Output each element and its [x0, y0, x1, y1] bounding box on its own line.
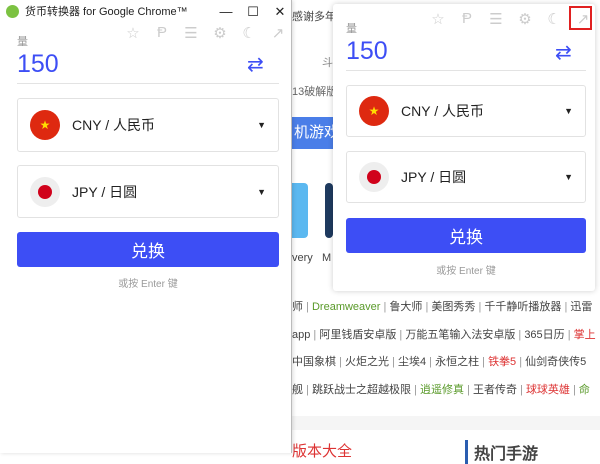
- enter-hint: 或按 Enter 键: [118, 279, 178, 290]
- to-currency-label: JPY / 日圆: [72, 183, 138, 200]
- menu-icon[interactable]: ☰: [183, 24, 199, 42]
- caret-down-icon: ▼: [564, 172, 573, 182]
- converter-window: 货币转换器 for Google Chrome™ — ☐ ✕ 量 ☆ Ᵽ ☰ ⚙ ☾ ↗ …: [0, 0, 292, 453]
- bg-heading: 热门手游: [465, 440, 538, 464]
- bg-link[interactable]: 千千静听播放器: [484, 301, 561, 313]
- from-currency-select[interactable]: ★ CNY / 人民币 ▼: [17, 98, 279, 152]
- bg-link[interactable]: 365日历: [524, 329, 564, 341]
- from-currency-select[interactable]: ★ CNY / 人民币 ▼: [346, 85, 586, 137]
- bg-link[interactable]: 铁拳5: [488, 356, 516, 368]
- star-icon[interactable]: ☆: [125, 24, 141, 42]
- japan-flag-icon: [359, 162, 389, 192]
- to-currency-select[interactable]: JPY / 日圆 ▼: [346, 151, 586, 203]
- bg-link[interactable]: 迅雷: [570, 301, 592, 313]
- china-flag-icon: ★: [359, 96, 389, 126]
- bg-link[interactable]: 球球英雄: [526, 384, 570, 396]
- bg-text: 感谢多年: [292, 11, 336, 23]
- amount-input[interactable]: 150: [346, 37, 388, 66]
- bg-link[interactable]: 尘埃4: [398, 356, 426, 368]
- bg-link[interactable]: 永恒之柱: [435, 356, 479, 368]
- amount-input[interactable]: 150: [17, 50, 59, 79]
- converter-popup: 量 ☆ Ᵽ ☰ ⚙ ☾ ↗ 150 ⇄ ★ CNY / 人民币 ▼ JPY / 日圆 ▼ …: [333, 4, 595, 291]
- paypal-icon[interactable]: Ᵽ: [154, 24, 170, 42]
- bg-link[interactable]: 师: [292, 301, 303, 313]
- converter-panel: 量 ☆ Ᵽ ☰ ⚙ ☾ ↗ 150 ⇄ ★ CNY / 人民币 ▼ JPY / 日圆 ▼ …: [0, 0, 292, 453]
- convert-button[interactable]: 兑换: [17, 232, 279, 267]
- gear-icon[interactable]: ⚙: [517, 10, 533, 28]
- from-currency-label: CNY / 人民币: [72, 117, 155, 133]
- bg-link[interactable]: 万能五笔输入法安卓版: [405, 329, 515, 341]
- swap-icon[interactable]: ⇄: [247, 52, 264, 77]
- bg-link[interactable]: 鲁大师: [389, 301, 422, 313]
- to-currency-select[interactable]: JPY / 日圆 ▼: [17, 165, 279, 218]
- bg-link[interactable]: app: [292, 329, 310, 341]
- bg-link[interactable]: 命: [579, 384, 590, 396]
- bg-link[interactable]: 美图秀秀: [431, 301, 475, 313]
- bg-link-row: 中国象棋 | 火炬之光 | 尘埃4 | 永恒之柱 | 铁拳5 | 仙剑奇侠传5: [292, 356, 587, 368]
- caret-down-icon: ▼: [564, 106, 573, 116]
- gear-icon[interactable]: ⚙: [212, 24, 228, 42]
- bg-link-row: 舰 | 跳跃战士之超越极限 | 逍遥修真 | 王者传奇 | 球球英雄 | 命: [292, 383, 590, 396]
- bg-link[interactable]: 掌上: [574, 329, 596, 341]
- caret-down-icon: ▼: [257, 186, 266, 197]
- china-flag-icon: ★: [30, 110, 60, 140]
- bg-link[interactable]: Dreamweaver: [312, 301, 380, 313]
- swap-icon[interactable]: ⇄: [555, 40, 572, 65]
- popout-icon[interactable]: ↗: [270, 24, 286, 42]
- bg-tab[interactable]: 斗: [322, 54, 333, 70]
- enter-hint: 或按 Enter 键: [436, 266, 496, 277]
- moon-icon[interactable]: ☾: [241, 24, 257, 42]
- bg-link[interactable]: 仙剑奇侠传5: [525, 356, 586, 368]
- star-icon[interactable]: ☆: [430, 10, 446, 28]
- menu-icon[interactable]: ☰: [488, 10, 504, 28]
- bg-link[interactable]: 舰: [292, 384, 303, 396]
- japan-flag-icon: [30, 176, 60, 207]
- bg-link[interactable]: 逍遥修真: [420, 384, 464, 396]
- from-currency-label: CNY / 人民币: [401, 103, 484, 119]
- bg-link[interactable]: 中国象棋: [292, 356, 336, 368]
- popout-highlight: [569, 6, 592, 30]
- bg-tile-label: M: [322, 252, 332, 264]
- bg-link-row: 师 | Dreamweaver | 鲁大师 | 美图秀秀 | 千千静听播放器 |…: [292, 301, 593, 313]
- bg-link[interactable]: 王者传奇: [473, 384, 517, 396]
- bg-link[interactable]: 火炬之光: [345, 356, 389, 368]
- bg-text[interactable]: 13破解版: [292, 83, 337, 99]
- bg-heading: 版本大全: [292, 443, 353, 460]
- bg-link-row: app | 阿里钱盾安卓版 | 万能五笔输入法安卓版 | 365日历 | 掌上: [292, 328, 596, 341]
- bg-tile-label: very: [292, 252, 313, 264]
- amount-label: 量: [17, 36, 28, 48]
- moon-icon[interactable]: ☾: [546, 10, 562, 28]
- convert-button[interactable]: 兑换: [346, 218, 586, 253]
- bg-link[interactable]: 跳跃战士之超越极限: [312, 384, 411, 396]
- bg-app-tile[interactable]: [325, 183, 333, 238]
- to-currency-label: JPY / 日圆: [401, 169, 467, 185]
- paypal-icon[interactable]: Ᵽ: [459, 10, 475, 28]
- caret-down-icon: ▼: [257, 120, 266, 130]
- amount-label: 量: [346, 23, 357, 35]
- bg-link[interactable]: 阿里钱盾安卓版: [319, 329, 396, 341]
